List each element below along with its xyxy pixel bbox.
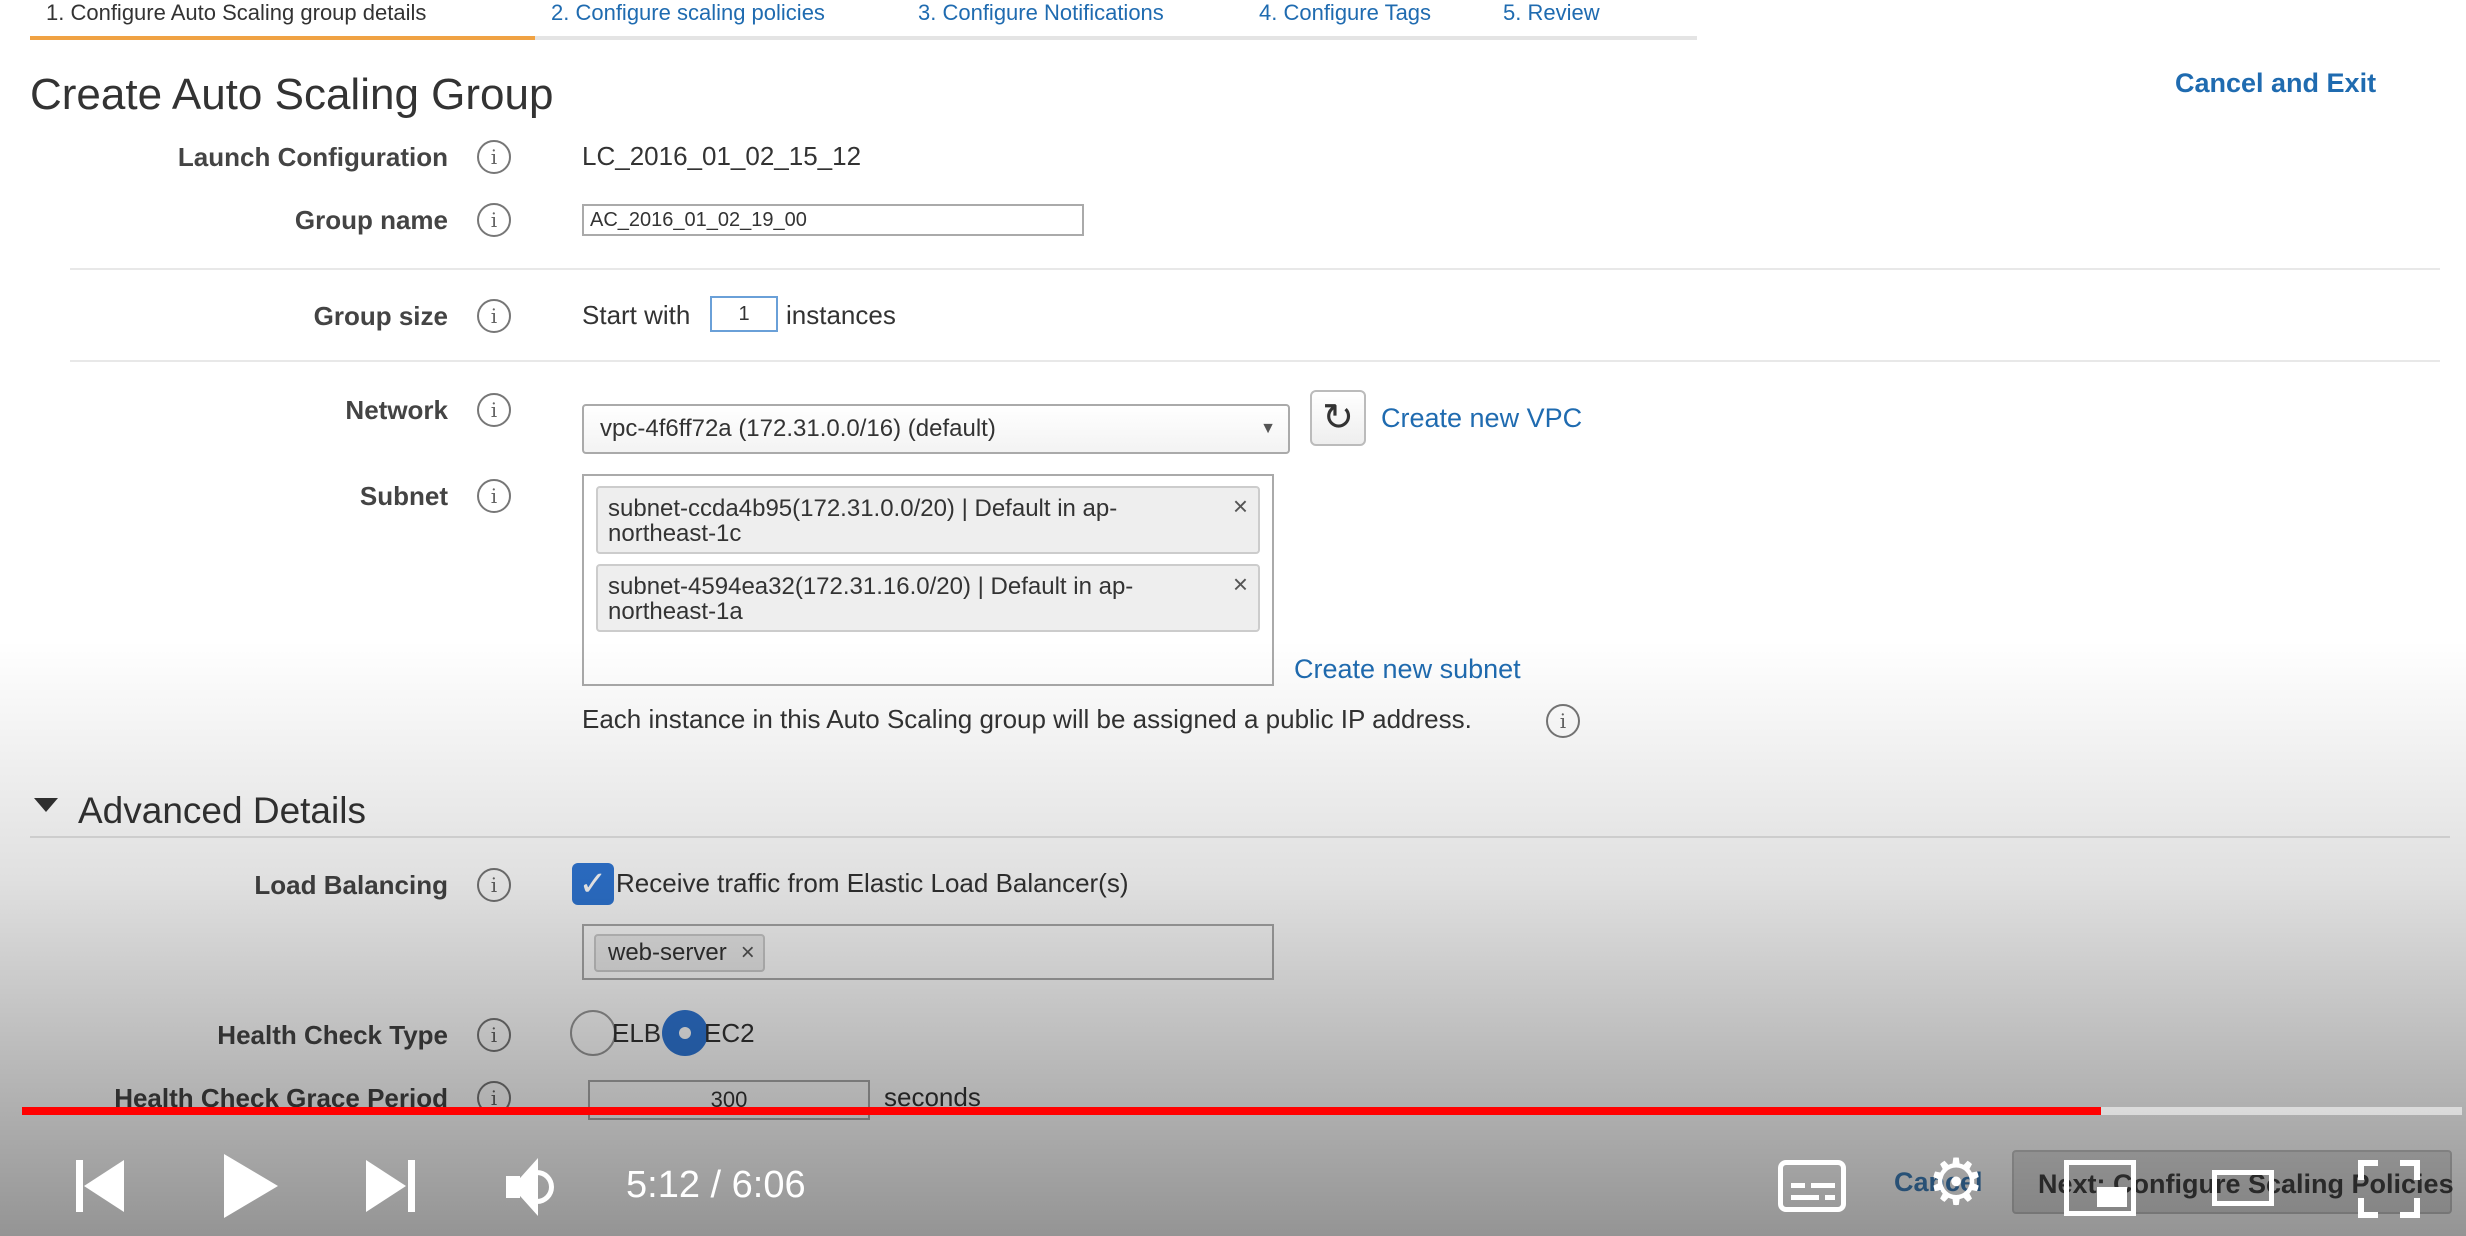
create-new-vpc-link[interactable]: Create new VPC	[1381, 403, 1582, 434]
skip-previous-icon[interactable]	[72, 1158, 128, 1214]
info-icon[interactable]: i	[477, 1018, 511, 1052]
load-balancer-chip: web-server ×	[594, 934, 765, 972]
tab-configure-notifications[interactable]: 3. Configure Notifications	[902, 0, 1252, 40]
subnet-chip: subnet-ccda4b95(172.31.0.0/20) | Default…	[596, 486, 1260, 554]
tab-configure-tags[interactable]: 4. Configure Tags	[1243, 0, 1500, 40]
fullscreen-icon[interactable]	[2358, 1160, 2420, 1218]
tab-configure-scaling-policies[interactable]: 2. Configure scaling policies	[535, 0, 905, 40]
group-size-label: Group size	[313, 301, 448, 331]
chevron-down-icon: ▼	[1260, 420, 1276, 437]
divider	[70, 268, 2440, 270]
radio-ec2[interactable]	[662, 1010, 708, 1056]
close-icon[interactable]: ×	[741, 936, 755, 970]
subnet-chip-label: subnet-ccda4b95(172.31.0.0/20) | Default…	[608, 495, 1118, 547]
captions-icon[interactable]	[1778, 1160, 1846, 1212]
group-size-prefix: Start with	[582, 300, 691, 330]
info-icon[interactable]: i	[477, 299, 511, 333]
public-ip-note: Each instance in this Auto Scaling group…	[582, 704, 1472, 734]
info-icon[interactable]: i	[477, 140, 511, 174]
create-new-subnet-link[interactable]: Create new subnet	[1294, 654, 1521, 685]
load-balancer-chip-label: web-server	[608, 939, 727, 966]
launch-config-label: Launch Configuration	[177, 142, 448, 172]
network-select[interactable]: vpc-4f6ff72a (172.31.0.0/16) (default) ▼	[582, 404, 1290, 454]
subnet-label: Subnet	[359, 481, 448, 511]
network-label: Network	[345, 395, 448, 425]
skip-next-icon[interactable]	[364, 1158, 420, 1214]
volume-icon[interactable]	[506, 1158, 570, 1218]
info-icon[interactable]: i	[477, 868, 511, 902]
info-icon[interactable]: i	[1546, 704, 1580, 738]
info-icon[interactable]: i	[477, 479, 511, 513]
group-name-input[interactable]	[582, 204, 1084, 236]
group-name-label: Group name	[294, 205, 448, 235]
page-title: Create Auto Scaling Group	[30, 70, 554, 119]
group-size-input[interactable]	[710, 296, 778, 332]
info-icon[interactable]: i	[477, 393, 511, 427]
cancel-and-exit-link[interactable]: Cancel and Exit	[2175, 68, 2376, 99]
subnet-chip-label: subnet-4594ea32(172.31.16.0/20) | Defaul…	[608, 573, 1134, 625]
divider	[30, 836, 2450, 838]
collapse-caret-icon[interactable]	[34, 798, 58, 812]
load-balancer-selector[interactable]: web-server ×	[582, 924, 1274, 980]
refresh-icon[interactable]: ↻	[1310, 390, 1366, 446]
progress-bar[interactable]	[22, 1107, 2462, 1115]
radio-elb-label: ELB	[612, 1018, 662, 1048]
theater-mode-icon[interactable]	[2212, 1170, 2274, 1206]
play-icon[interactable]	[224, 1154, 278, 1218]
time-display: 5:12 / 6:06	[626, 1164, 806, 1206]
subnet-selector[interactable]: subnet-ccda4b95(172.31.0.0/20) | Default…	[582, 474, 1274, 686]
tab-configure-group-details[interactable]: 1. Configure Auto Scaling group details	[30, 0, 540, 40]
divider	[70, 360, 2440, 362]
subnet-chip: subnet-4594ea32(172.31.16.0/20) | Defaul…	[596, 564, 1260, 632]
progress-bar-played	[22, 1107, 2101, 1115]
elb-traffic-checkbox[interactable]: ✓	[572, 863, 614, 905]
health-check-type-label: Health Check Type	[217, 1020, 448, 1050]
advanced-details-heading[interactable]: Advanced Details	[78, 790, 366, 832]
load-balancing-label: Load Balancing	[254, 870, 448, 900]
close-icon[interactable]: ×	[1233, 571, 1248, 597]
settings-icon[interactable]: ⚙	[1924, 1150, 1988, 1214]
group-size-suffix: instances	[786, 300, 896, 330]
info-icon[interactable]: i	[477, 203, 511, 237]
checkmark-icon: ✓	[578, 865, 608, 903]
tab-review[interactable]: 5. Review	[1487, 0, 1697, 40]
radio-ec2-label: EC2	[704, 1018, 755, 1048]
launch-config-value: LC_2016_01_02_15_12	[582, 141, 862, 171]
network-select-value: vpc-4f6ff72a (172.31.0.0/16) (default)	[600, 415, 996, 442]
radio-elb[interactable]	[570, 1010, 616, 1056]
miniplayer-icon[interactable]	[2064, 1160, 2136, 1216]
close-icon[interactable]: ×	[1233, 493, 1248, 519]
elb-traffic-label: Receive traffic from Elastic Load Balanc…	[616, 868, 1129, 898]
